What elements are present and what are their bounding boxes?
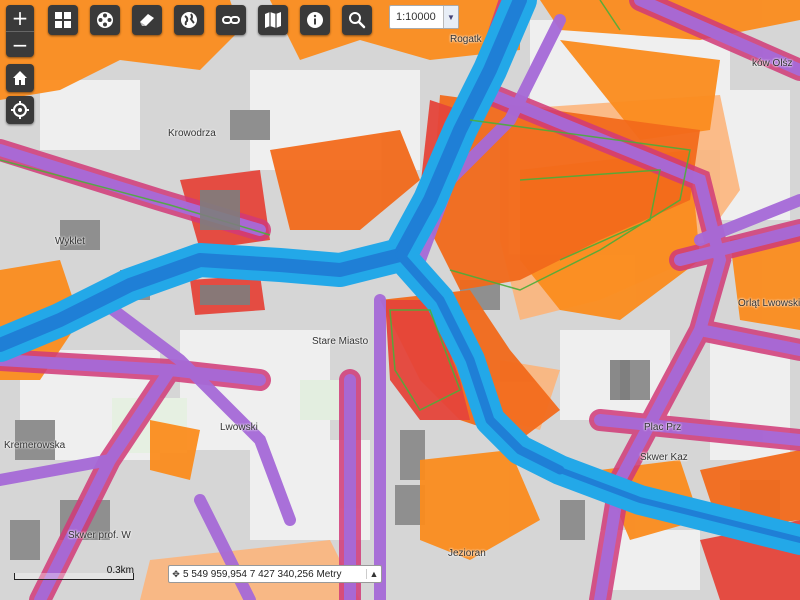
scale-value: 1:10000 <box>396 11 436 23</box>
move-icon[interactable]: ✥ <box>169 569 183 580</box>
label-orlat-lwowskich: Orląt Lwowskich <box>738 298 800 309</box>
search-icon <box>349 12 366 29</box>
label-stare-miasto: Stare Miasto <box>312 336 369 347</box>
home-icon <box>13 71 27 85</box>
locate-button[interactable] <box>6 96 34 124</box>
label-kremerowska: Kremerowska <box>4 440 66 451</box>
label-skwer-prof: Skwer prof. W <box>68 530 131 541</box>
info-icon <box>307 12 323 28</box>
zoom-out-button[interactable]: − <box>6 31 34 58</box>
label-krakow-olsz: ków Olśz <box>752 58 793 69</box>
layers-grid-icon <box>55 12 71 28</box>
home-button[interactable] <box>6 64 34 92</box>
label-rogatki: Rogatk <box>450 34 482 45</box>
film-reel-icon <box>97 12 113 28</box>
zoom-control: + − <box>6 5 34 57</box>
search-button[interactable] <box>342 5 372 35</box>
info-button[interactable] <box>300 5 330 35</box>
chevron-down-icon[interactable]: ▼ <box>443 6 458 28</box>
layers-grid-button[interactable] <box>48 5 78 35</box>
label-skwer-kaz: Skwer Kaz <box>640 452 688 463</box>
label-krowodrza: Krowodrza <box>168 128 216 139</box>
label-lwowski: Lwowski <box>220 422 258 433</box>
park <box>300 380 340 420</box>
globe-icon <box>181 12 197 28</box>
label-jezioran: Jezioran <box>448 548 486 559</box>
hazard-map[interactable] <box>0 0 800 600</box>
scale-bar: 0.3km <box>14 565 134 580</box>
label-wyklet: Wyklet <box>55 236 85 247</box>
eraser-button[interactable] <box>132 5 162 35</box>
link-button[interactable] <box>216 5 246 35</box>
map-icon <box>265 12 281 28</box>
zoom-in-button[interactable]: + <box>6 5 34 31</box>
film-reel-button[interactable] <box>90 5 120 35</box>
scale-bar-label: 0.3km <box>106 565 134 576</box>
link-icon <box>222 16 240 24</box>
chevron-up-icon[interactable]: ▲ <box>366 569 381 579</box>
map-button[interactable] <box>258 5 288 35</box>
label-plac-prz: Plac Prz <box>644 422 682 433</box>
scale-select[interactable]: 1:10000 ▼ <box>389 5 459 29</box>
globe-button[interactable] <box>174 5 204 35</box>
locate-icon <box>11 101 29 119</box>
eraser-icon <box>140 14 154 26</box>
coordinates-text: 5 549 959,954 7 427 340,256 Metry <box>183 568 342 580</box>
coordinates-box: ✥ 5 549 959,954 7 427 340,256 Metry ▲ <box>168 565 382 583</box>
